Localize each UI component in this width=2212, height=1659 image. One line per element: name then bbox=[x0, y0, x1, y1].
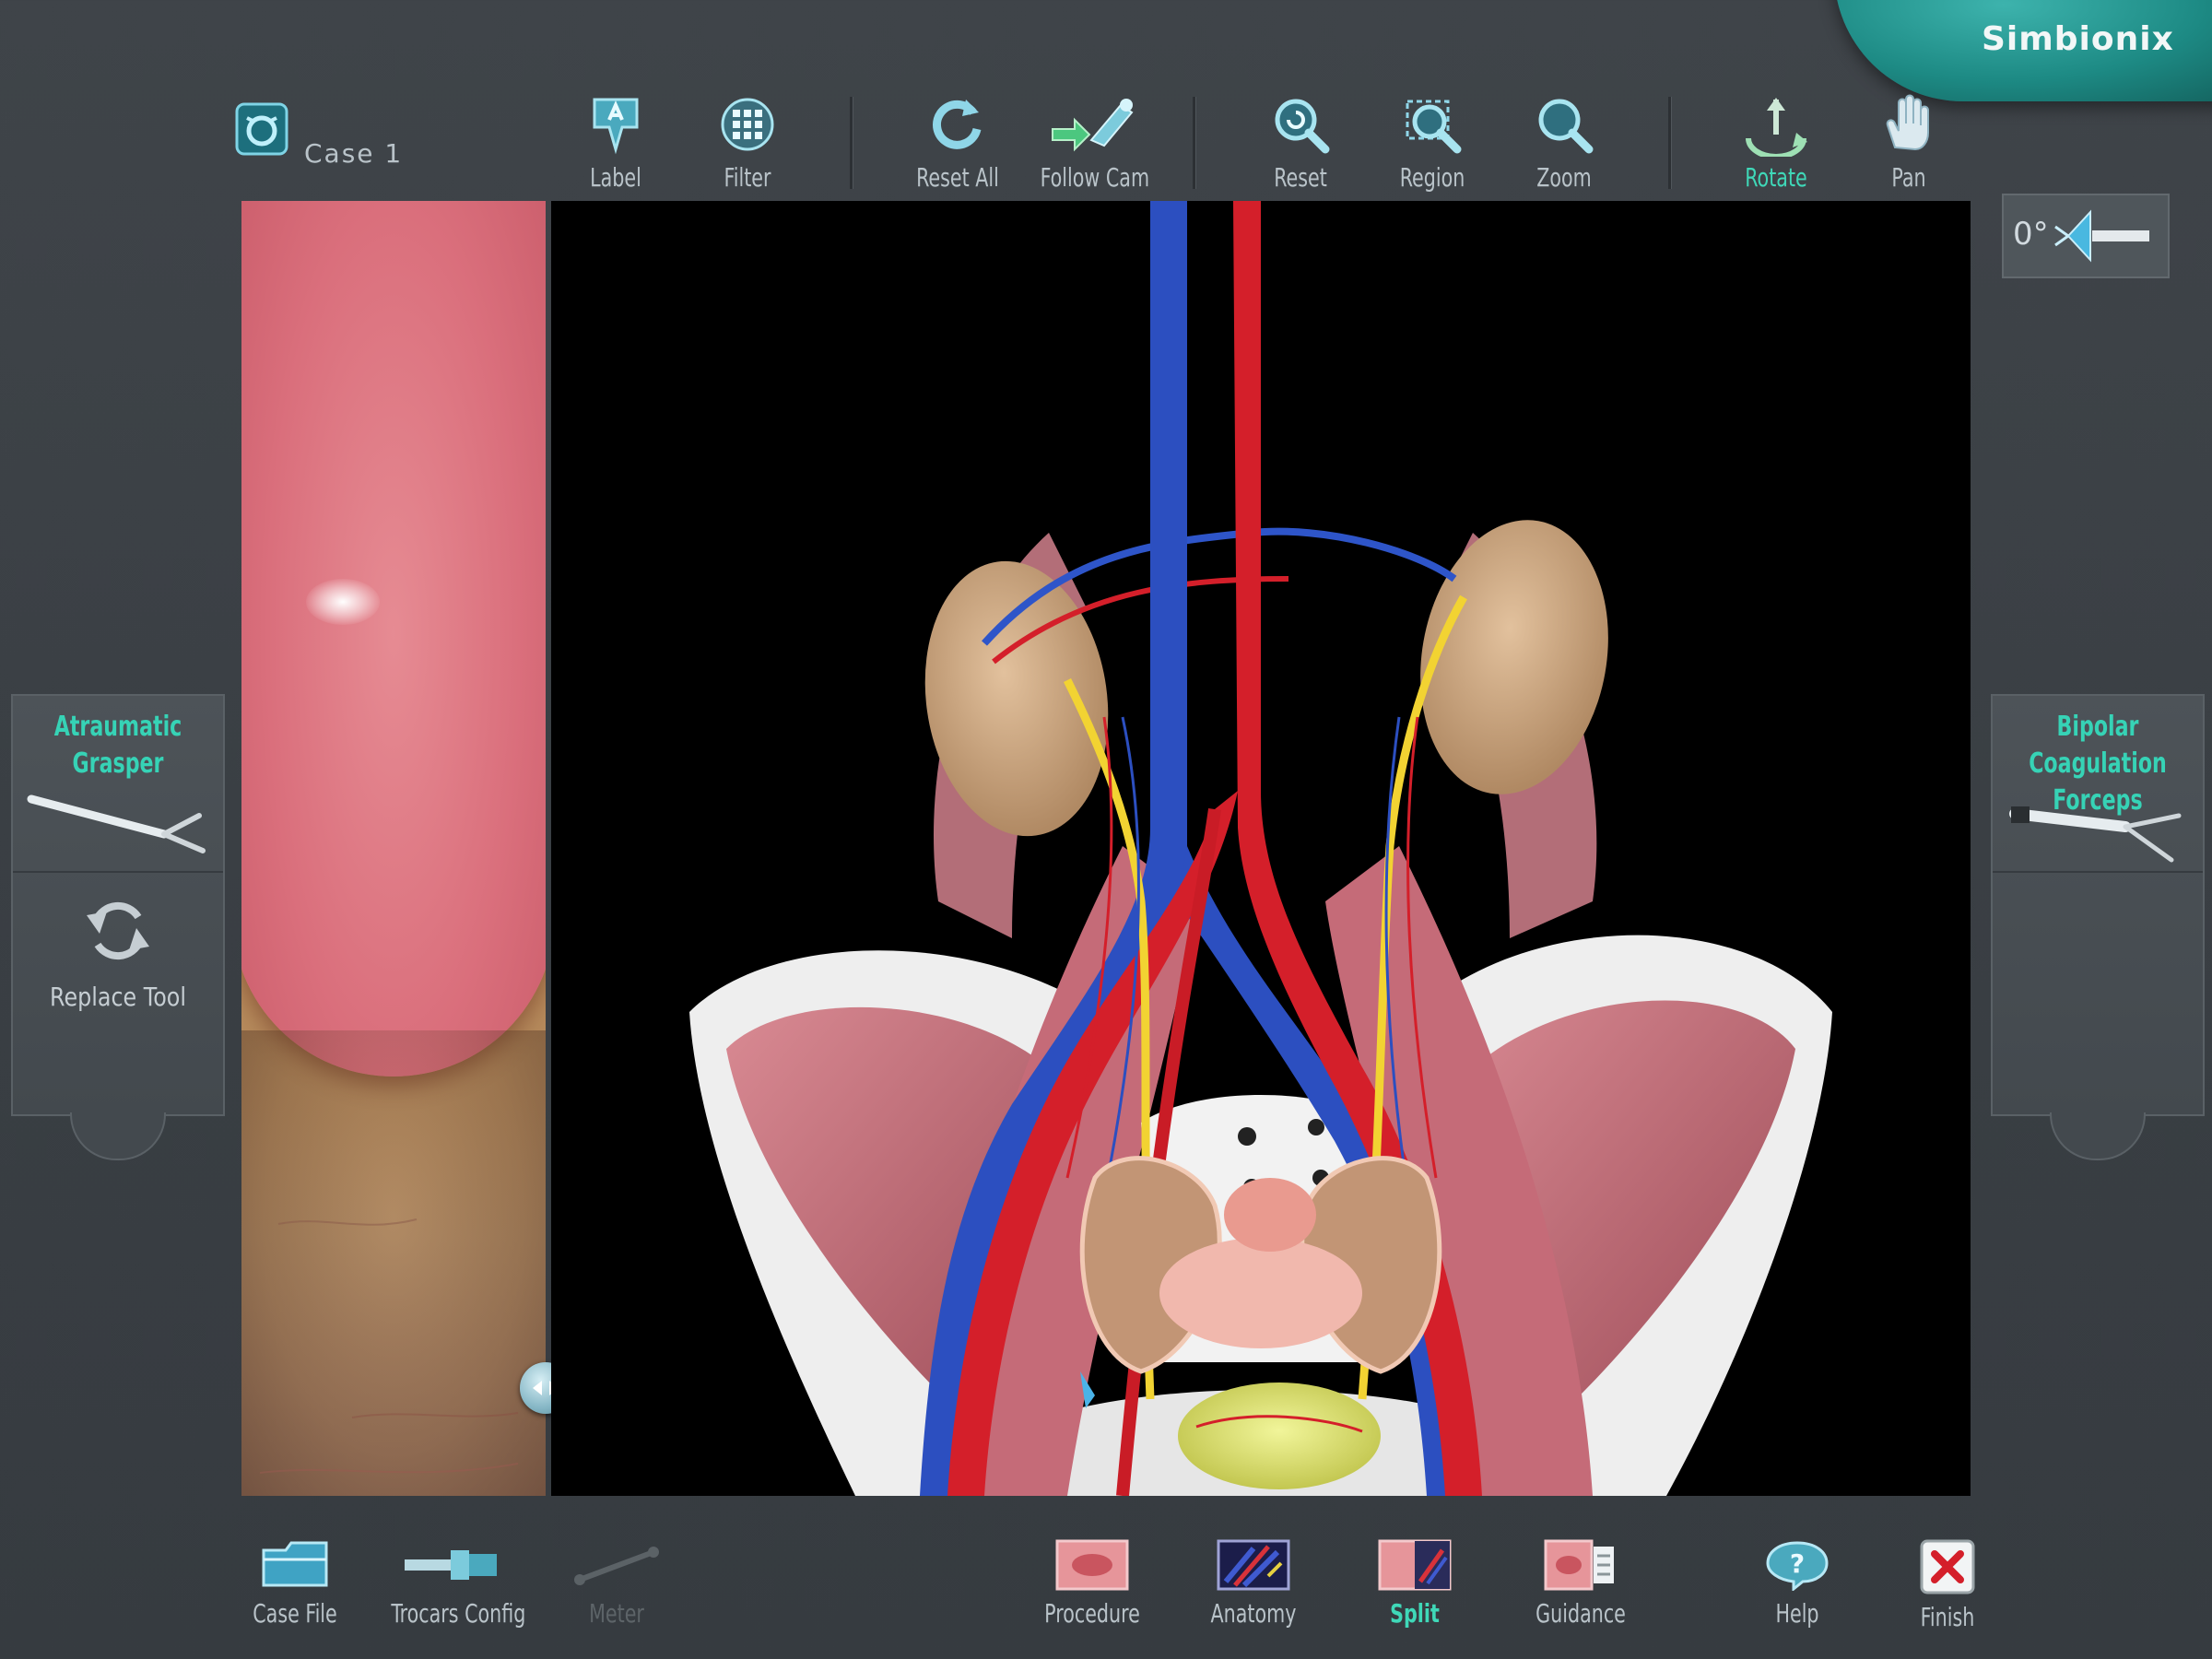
camera-angle-control[interactable]: 0° bbox=[2002, 194, 2170, 278]
folder-icon bbox=[262, 1541, 328, 1587]
endoscope-view[interactable] bbox=[241, 201, 546, 1496]
refresh-icon bbox=[933, 100, 982, 149]
magnifier-icon bbox=[1538, 99, 1594, 154]
hand-icon bbox=[1886, 94, 1929, 151]
reset-all-button[interactable]: Reset All bbox=[898, 92, 1018, 194]
right-instrument-panel[interactable]: Bipolar Coagulation Forceps bbox=[1991, 694, 2205, 1116]
follow-camera-icon bbox=[1052, 99, 1134, 152]
reset-view-button[interactable]: Reset bbox=[1241, 92, 1360, 194]
close-icon bbox=[1920, 1539, 1975, 1594]
procedure-view-icon bbox=[1055, 1539, 1129, 1591]
finish-button[interactable]: Finish bbox=[1878, 1539, 2017, 1650]
guidance-label: Guidance bbox=[1535, 1598, 1626, 1629]
simbionix-logo: Simbionix bbox=[1834, 0, 2212, 101]
toolbar-divider bbox=[1193, 97, 1196, 189]
bipolar-forceps-icon bbox=[2009, 806, 2182, 863]
filter-button-label: Filter bbox=[724, 162, 771, 193]
region-button[interactable]: Region bbox=[1372, 92, 1492, 194]
svg-text:?: ? bbox=[1790, 1548, 1805, 1579]
replace-refresh-icon bbox=[87, 901, 149, 960]
help-icon: ? bbox=[1766, 1541, 1829, 1591]
right-tool-name-line1: Bipolar Coagulation bbox=[2029, 711, 2167, 780]
help-label: Help bbox=[1775, 1598, 1819, 1629]
replace-tool-label: Replace Tool bbox=[50, 982, 186, 1012]
toolbar-divider bbox=[1668, 97, 1672, 189]
zoom-label: Zoom bbox=[1536, 162, 1592, 193]
toolbar-divider bbox=[850, 97, 853, 189]
anatomy-3d-view[interactable] bbox=[551, 201, 1971, 1496]
trocar-icon bbox=[405, 1550, 497, 1580]
split-view-button[interactable]: Split bbox=[1346, 1539, 1484, 1650]
procedure-view-button[interactable]: Procedure bbox=[1023, 1539, 1161, 1650]
reset-label: Reset bbox=[1274, 162, 1327, 193]
pan-button[interactable]: Pan bbox=[1849, 92, 1969, 194]
meter-icon bbox=[574, 1547, 659, 1585]
follow-cam-button[interactable]: Follow Cam bbox=[1029, 92, 1158, 194]
procedure-label: Procedure bbox=[1044, 1598, 1140, 1629]
trocars-config-button[interactable]: Trocars Config bbox=[378, 1539, 525, 1650]
filter-icon bbox=[721, 98, 774, 151]
anatomy-view-icon bbox=[1217, 1539, 1290, 1591]
camera-angle-value: 0° bbox=[2013, 216, 2049, 253]
trocars-config-label: Trocars Config bbox=[391, 1598, 526, 1629]
follow-cam-label: Follow Cam bbox=[1040, 162, 1150, 193]
label-icon bbox=[593, 98, 639, 155]
grasper-instrument-icon bbox=[27, 794, 206, 853]
meter-label: Meter bbox=[589, 1598, 644, 1629]
case-file-button[interactable]: Case File bbox=[226, 1539, 364, 1650]
panel-divider bbox=[13, 871, 223, 873]
rotate-button[interactable]: Rotate bbox=[1716, 92, 1836, 194]
label-button[interactable]: Label bbox=[556, 92, 676, 194]
meter-button: Meter bbox=[547, 1539, 686, 1650]
camera-angle-slider-icon bbox=[2054, 209, 2149, 263]
filter-button[interactable]: Filter bbox=[688, 92, 807, 194]
zoom-region-icon bbox=[1406, 100, 1462, 154]
pan-label: Pan bbox=[1891, 162, 1926, 193]
finish-label: Finish bbox=[1920, 1602, 1975, 1632]
rotate-icon bbox=[1746, 98, 1807, 157]
left-panel-tab[interactable] bbox=[70, 1112, 166, 1160]
help-button[interactable]: ? Help bbox=[1728, 1539, 1866, 1650]
split-label: Split bbox=[1390, 1598, 1440, 1629]
replace-tool-button[interactable]: Replace Tool bbox=[13, 889, 223, 1101]
rotate-label: Rotate bbox=[1745, 162, 1807, 193]
anatomy-label: Anatomy bbox=[1210, 1598, 1297, 1629]
region-label: Region bbox=[1399, 162, 1465, 193]
zoom-reset-icon bbox=[1275, 99, 1330, 154]
tissue-texture bbox=[259, 1218, 519, 1474]
bladder-dome bbox=[241, 201, 546, 1077]
panel-divider bbox=[1993, 871, 2203, 873]
case-file-label: Case File bbox=[253, 1598, 337, 1629]
anatomy-view-button[interactable]: Anatomy bbox=[1184, 1539, 1323, 1650]
case-icon[interactable] bbox=[234, 101, 289, 157]
brand-name: Simbionix bbox=[1982, 20, 2174, 58]
guidance-icon bbox=[1544, 1539, 1614, 1591]
zoom-button[interactable]: Zoom bbox=[1504, 92, 1624, 194]
case-title: Case 1 bbox=[304, 138, 404, 169]
right-panel-tab[interactable] bbox=[2050, 1112, 2146, 1160]
reset-all-label: Reset All bbox=[916, 162, 999, 193]
light-reflection bbox=[306, 579, 380, 625]
left-tool-name-line2: Grasper bbox=[72, 747, 164, 780]
split-view-icon bbox=[1378, 1539, 1452, 1591]
guidance-button[interactable]: Guidance bbox=[1502, 1539, 1659, 1650]
left-instrument-panel[interactable]: Atraumatic Grasper Replace Tool bbox=[11, 694, 225, 1116]
pelvic-anatomy-model bbox=[689, 201, 1832, 1496]
label-button-label: Label bbox=[590, 162, 641, 193]
left-tool-name-line1: Atraumatic bbox=[53, 711, 182, 743]
